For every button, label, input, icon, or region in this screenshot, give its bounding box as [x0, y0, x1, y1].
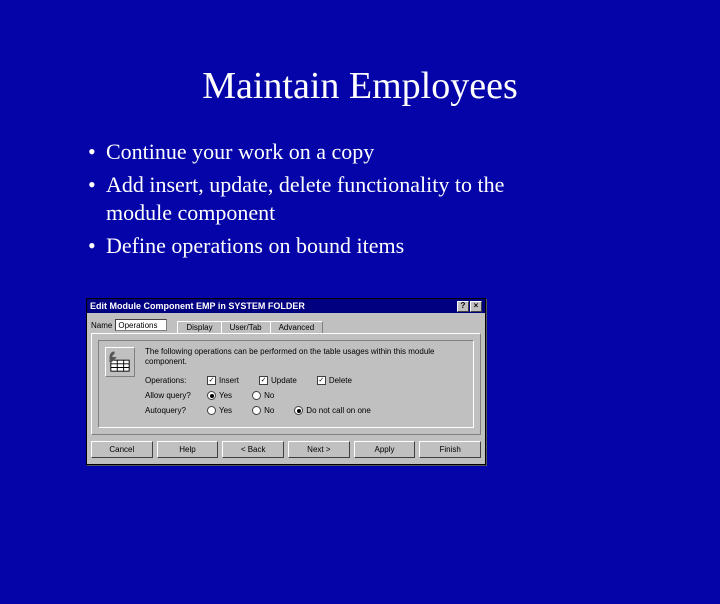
bullet-item: Continue your work on a copy [88, 138, 568, 167]
titlebar: Edit Module Component EMP in SYSTEM FOLD… [87, 299, 485, 313]
auto-no-label: No [264, 406, 274, 415]
insert-label: Insert [219, 376, 239, 385]
allow-query-label: Allow query? [145, 391, 207, 400]
apply-button[interactable]: Apply [354, 441, 416, 458]
panel: The following operations can be performe… [91, 333, 481, 435]
allow-no-label: No [264, 391, 274, 400]
help-button[interactable]: Help [157, 441, 219, 458]
auto-no-radio[interactable]: No [252, 406, 274, 415]
auto-yes-radio[interactable]: Yes [207, 406, 232, 415]
name-label: Name [91, 321, 112, 330]
panel-inner: The following operations can be performe… [98, 340, 474, 428]
auto-default-radio[interactable]: Do not call on one [294, 406, 371, 415]
back-button[interactable]: < Back [222, 441, 284, 458]
auto-default-label: Do not call on one [306, 406, 371, 415]
operations-row: Operations: ✓Insert ✓Update ✓Delete [145, 376, 467, 385]
name-input[interactable] [115, 319, 167, 331]
finish-button[interactable]: Finish [419, 441, 481, 458]
name-and-tabs-row: Name Display User/Tab Advanced [91, 317, 481, 333]
bullet-item: Define operations on bound items [88, 232, 568, 261]
titlebar-text: Edit Module Component EMP in SYSTEM FOLD… [90, 301, 456, 311]
autoquery-label: Autoquery? [145, 406, 207, 415]
tab-usertab[interactable]: User/Tab [221, 321, 271, 333]
table-icon [105, 347, 135, 377]
tab-strip: Display User/Tab Advanced [177, 321, 322, 333]
next-button[interactable]: Next > [288, 441, 350, 458]
update-checkbox[interactable]: ✓Update [259, 376, 297, 385]
autoquery-row: Autoquery? Yes No Do not call on one [145, 406, 467, 415]
help-icon[interactable]: ? [457, 301, 469, 312]
allow-no-radio[interactable]: No [252, 391, 274, 400]
auto-yes-label: Yes [219, 406, 232, 415]
cancel-button[interactable]: Cancel [91, 441, 153, 458]
delete-label: Delete [329, 376, 352, 385]
tab-advanced[interactable]: Advanced [270, 321, 324, 333]
button-row: Cancel Help < Back Next > Apply Finish [87, 439, 485, 464]
allow-query-row: Allow query? Yes No [145, 391, 467, 400]
slide-title: Maintain Employees [0, 64, 720, 108]
panel-description: The following operations can be performe… [145, 347, 467, 366]
insert-checkbox[interactable]: ✓Insert [207, 376, 239, 385]
edit-module-dialog: Edit Module Component EMP in SYSTEM FOLD… [86, 298, 486, 465]
bullet-list: Continue your work on a copy Add insert,… [88, 138, 568, 260]
close-icon[interactable]: × [470, 301, 482, 312]
allow-yes-label: Yes [219, 391, 232, 400]
update-label: Update [271, 376, 297, 385]
delete-checkbox[interactable]: ✓Delete [317, 376, 352, 385]
arrow-table-icon [109, 351, 131, 373]
allow-yes-radio[interactable]: Yes [207, 391, 232, 400]
bullet-item: Add insert, update, delete functionality… [88, 171, 568, 228]
panel-body: The following operations can be performe… [145, 347, 467, 421]
tab-display[interactable]: Display [177, 321, 221, 333]
operations-label: Operations: [145, 376, 207, 385]
